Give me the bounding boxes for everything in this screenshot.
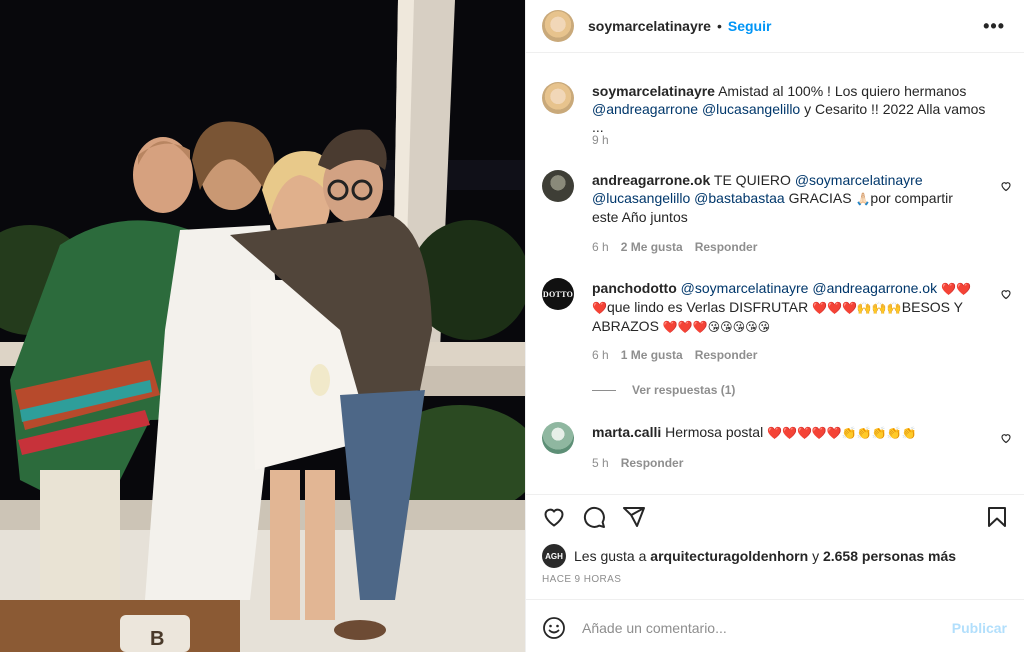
mention-link[interactable]: @lucasangelillo [702,101,800,117]
liker-username[interactable]: arquitecturagoldenhorn [650,548,808,564]
comment-emoji: ❤️❤️❤️🙌🙌🙌 [812,301,902,315]
comment-input[interactable]: Añade un comentario... [582,620,952,636]
send-icon[interactable] [622,505,646,529]
comment-emoji: ❤️ [592,301,607,315]
comment-time[interactable]: 6 h [592,240,609,254]
post-actions: AGH Les gusta a arquitecturagoldenhorn y… [526,494,1024,652]
comment-time[interactable]: 6 h [592,348,609,362]
mention-link[interactable]: @soymarcelatinayre [681,280,809,296]
reply-button[interactable]: Responder [695,240,758,254]
post-header: soymarcelatinayre • Seguir ••• [526,0,1024,53]
likes-count-link[interactable]: 2.658 personas más [823,548,956,564]
caption-username[interactable]: soymarcelatinayre [592,83,715,99]
heart-icon[interactable] [542,505,566,529]
add-comment-bar: Añade un comentario... Publicar [526,599,1024,652]
like-comment-heart-icon[interactable] [1000,432,1012,444]
caption-text: Amistad al 100% ! Los quiero hermanos [718,83,967,99]
comment-text: que lindo es Verlas DISFRUTAR [606,299,809,315]
post-details-panel: soymarcelatinayre • Seguir ••• soymarcel… [525,0,1024,652]
commenter-avatar[interactable]: DOTTO [542,278,574,310]
post-timestamp[interactable]: HACE 9 HORAS [542,574,621,585]
comment-icon[interactable] [582,505,606,529]
comment-text: Hermosa postal [665,424,764,440]
like-comment-heart-icon[interactable] [1000,180,1012,192]
follow-button[interactable]: Seguir [728,18,772,34]
publish-button[interactable]: Publicar [952,620,1007,636]
comment-likes[interactable]: 1 Me gusta [621,348,683,362]
like-comment-heart-icon[interactable] [1000,288,1012,300]
separator-dot: • [716,18,722,34]
likes-connector: y [812,548,820,564]
reply-button[interactable]: Responder [695,348,758,362]
liker-avatar[interactable]: AGH [542,544,566,568]
comment-emoji: ❤️❤️❤️❤️❤️👏👏👏👏👏 [767,426,917,440]
smiley-icon[interactable] [542,616,566,640]
likes-summary: AGH Les gusta a arquitecturagoldenhorn y… [542,544,956,568]
view-replies-label: Ver respuestas (1) [632,383,736,397]
comment-username[interactable]: andreagarrone.ok [592,172,710,188]
comment-emoji: 🙏🏻 [855,192,871,206]
comment-username[interactable]: marta.calli [592,424,661,440]
action-icons [542,505,646,529]
comment-emoji: ❤️❤️❤️😘😘😘😘😘 [662,320,771,334]
comment-username[interactable]: panchodotto [592,280,677,296]
bookmark-icon[interactable] [985,505,1009,529]
post-photo-illustration: B [0,0,525,652]
comment-text: GRACIAS [788,190,852,206]
caption-time[interactable]: 9 h [592,133,609,147]
comment-text: TE QUIERO [713,172,791,188]
author-avatar[interactable] [542,10,574,42]
post-photo[interactable]: B [0,0,525,652]
reply-button[interactable]: Responder [621,456,684,470]
mention-link[interactable]: @lucasangelillo [592,190,690,206]
likes-prefix: Les gusta a [574,548,647,564]
author-username[interactable]: soymarcelatinayre [588,18,711,34]
mention-link[interactable]: @andreagarrone [592,101,698,117]
more-horizontal-icon[interactable]: ••• [983,16,1005,37]
comment-likes[interactable]: 2 Me gusta [621,240,683,254]
svg-text:B: B [150,628,164,650]
view-replies-button[interactable]: Ver respuestas (1) [592,383,735,397]
commenter-avatar[interactable] [542,422,574,454]
comment-emoji: ❤️❤️ [941,282,971,296]
comments-list[interactable]: soymarcelatinayre Amistad al 100% ! Los … [526,54,1024,494]
mention-link[interactable]: @soymarcelatinayre [795,172,923,188]
mention-link[interactable]: @andreagarrone.ok [812,280,937,296]
commenter-avatar[interactable] [542,170,574,202]
mention-link[interactable]: @bastabastaa [694,190,785,206]
caption-avatar[interactable] [542,82,574,114]
comment-time[interactable]: 5 h [592,456,609,470]
replies-divider [592,389,616,391]
